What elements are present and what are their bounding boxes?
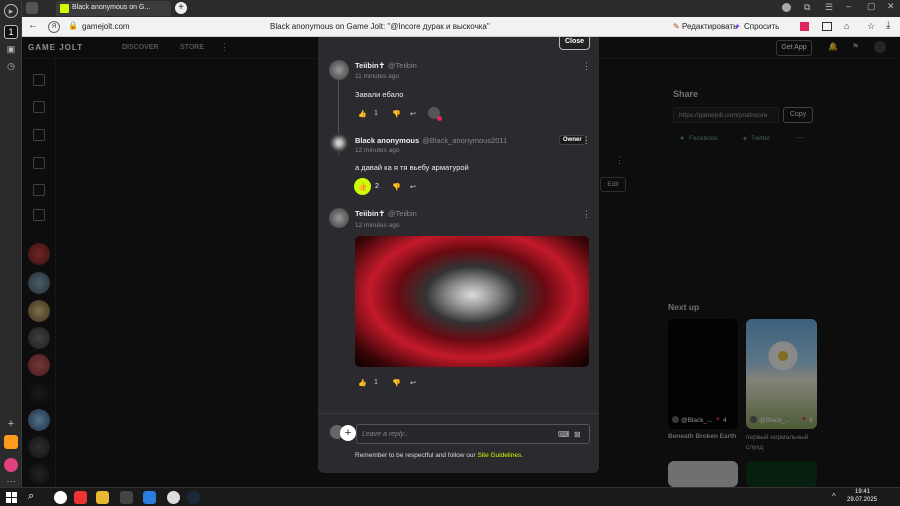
ask-icon: ✦ [734, 22, 741, 31]
thumbs-up-icon[interactable]: 👍 [358, 110, 367, 118]
yandex-icon[interactable]: Я [48, 21, 60, 33]
guidelines-text: Remember to be respectful and follow our… [355, 452, 524, 459]
add-attachment-icon[interactable]: + [340, 425, 356, 441]
windows-taskbar: ⌕ ^ 19:41 29.07.2025 [0, 487, 900, 506]
comment-user[interactable]: Teiibin✝ @Teiibin [355, 61, 417, 70]
comment-handle: @Teiibin [387, 61, 417, 70]
app-icon[interactable] [4, 435, 18, 449]
more-icon[interactable]: ⋯ [4, 474, 18, 488]
reply-input[interactable]: Leave a reply... ⌨ ⊠ [356, 424, 590, 444]
ask-button[interactable]: Спросить [744, 22, 779, 31]
keyboard-icon[interactable]: ⌨ [558, 430, 570, 439]
gamejolt-favicon-icon [60, 4, 69, 13]
divider [318, 413, 599, 414]
comment-text: Завали ебало [355, 90, 404, 99]
history-icon[interactable]: ◷ [4, 59, 18, 73]
alice-icon[interactable] [4, 458, 18, 472]
edit-button[interactable]: Редактировать [682, 22, 737, 31]
download-icon[interactable]: ⤓ [886, 20, 890, 31]
tabs-menu-icon[interactable] [26, 2, 38, 14]
comment-user[interactable]: Black anonymous @Black_anonymous2011 [355, 136, 507, 145]
maximize-icon[interactable]: ▢ [867, 1, 876, 12]
reply-icon[interactable]: ↩ [410, 379, 416, 387]
tray-chevron-icon[interactable]: ^ [832, 492, 836, 501]
back-icon[interactable]: ← [28, 20, 38, 31]
steam-icon[interactable] [187, 491, 200, 504]
extensions-icon[interactable]: ⧉ [804, 2, 810, 13]
reply-placeholder: Leave a reply... [362, 431, 410, 438]
sidebar-toggle-icon[interactable]: ▸ [4, 4, 18, 18]
favorite-icon[interactable]: ☆ [867, 21, 875, 32]
yandex-icon[interactable] [74, 491, 87, 504]
store-icon[interactable] [143, 491, 156, 504]
comment-more-icon[interactable]: ⋮ [582, 209, 591, 220]
profile-icon[interactable] [782, 3, 791, 12]
avatar[interactable] [329, 208, 349, 228]
close-window-icon[interactable]: ✕ [887, 1, 895, 12]
extension-icon[interactable] [800, 22, 809, 31]
add-icon[interactable]: + [4, 417, 18, 431]
tab-active[interactable]: Black anonymous on G... [56, 1, 171, 16]
thumbs-up-active-icon[interactable]: 👍 [354, 178, 371, 195]
thumbs-down-icon[interactable]: 👎 [392, 183, 401, 191]
comment-time: 12 minutes ago [355, 147, 400, 154]
comment-text: а давай ка я тя вьебу арматурой [355, 163, 469, 172]
guidelines-link[interactable]: Site Guidelines [478, 452, 522, 459]
avatar[interactable] [329, 133, 349, 153]
like-count: 2 [375, 183, 379, 190]
url-text[interactable]: gamejolt.com [82, 22, 130, 31]
close-button[interactable]: Close [559, 37, 590, 50]
tab-bar: Black anonymous on G... + ⧉ ☰ – ▢ ✕ [22, 0, 900, 17]
gif-icon[interactable]: ⊠ [574, 430, 581, 439]
comment-time: 12 minutes ago [355, 222, 400, 229]
comment-image[interactable] [355, 236, 589, 367]
menu-icon[interactable]: ☰ [825, 2, 833, 13]
tab-title: Black anonymous on G... [72, 4, 151, 11]
reaction-badge [437, 116, 442, 121]
reply-icon[interactable]: ↩ [410, 183, 416, 191]
app-icon[interactable] [167, 491, 180, 504]
avatar[interactable] [329, 60, 349, 80]
comment-handle: @Black_anonymous2011 [422, 136, 508, 145]
minimize-icon[interactable]: – [846, 1, 851, 11]
page-title-text: Black anonymous on Game Jolt: "@Incore д… [270, 22, 490, 31]
start-icon[interactable] [6, 492, 17, 503]
lock-icon: 🔒 [68, 21, 78, 30]
browser-side-rail: ▸ 1 ▣ ◷ + ⋯ [0, 0, 22, 487]
comment-handle: @Teiibin [387, 209, 417, 218]
reader-icon[interactable] [822, 22, 832, 31]
thumbs-up-icon[interactable]: 👍 [358, 379, 367, 387]
explorer-icon[interactable] [96, 491, 109, 504]
thumbs-down-icon[interactable]: 👎 [392, 110, 401, 118]
thumbs-down-icon[interactable]: 👎 [392, 379, 401, 387]
app-icon[interactable] [120, 491, 133, 504]
address-bar: ← Я 🔒 gamejolt.com Black anonymous on Ga… [22, 17, 900, 37]
comment-more-icon[interactable]: ⋮ [582, 135, 591, 146]
like-count: 1 [374, 110, 378, 117]
bookmark-icon[interactable]: ⌂ [844, 21, 849, 31]
comment-more-icon[interactable]: ⋮ [582, 61, 591, 72]
new-tab-icon[interactable]: + [175, 2, 187, 14]
comment-time: 11 minutes ago [355, 73, 399, 80]
like-count: 1 [374, 379, 378, 386]
edit-icon: ✎ [673, 22, 680, 31]
search-icon[interactable]: ⌕ [28, 490, 34, 503]
comment-modal: Close Teiibin✝ @Teiibin 11 minutes ago ⋮ … [318, 37, 599, 473]
collections-icon[interactable]: ▣ [4, 42, 18, 56]
clock-time[interactable]: 19:41 [855, 489, 870, 495]
reply-icon[interactable]: ↩ [410, 110, 416, 118]
comment-user[interactable]: Teiibin✝ @Teiibin [355, 209, 417, 218]
yandex-browser-icon[interactable] [54, 491, 67, 504]
tab-count-icon[interactable]: 1 [4, 25, 18, 39]
page-content: GAME JOLT DISCOVER STORE ⋮ Get App 🔔 ⚑ S… [22, 37, 900, 487]
clock-date[interactable]: 29.07.2025 [847, 497, 877, 503]
